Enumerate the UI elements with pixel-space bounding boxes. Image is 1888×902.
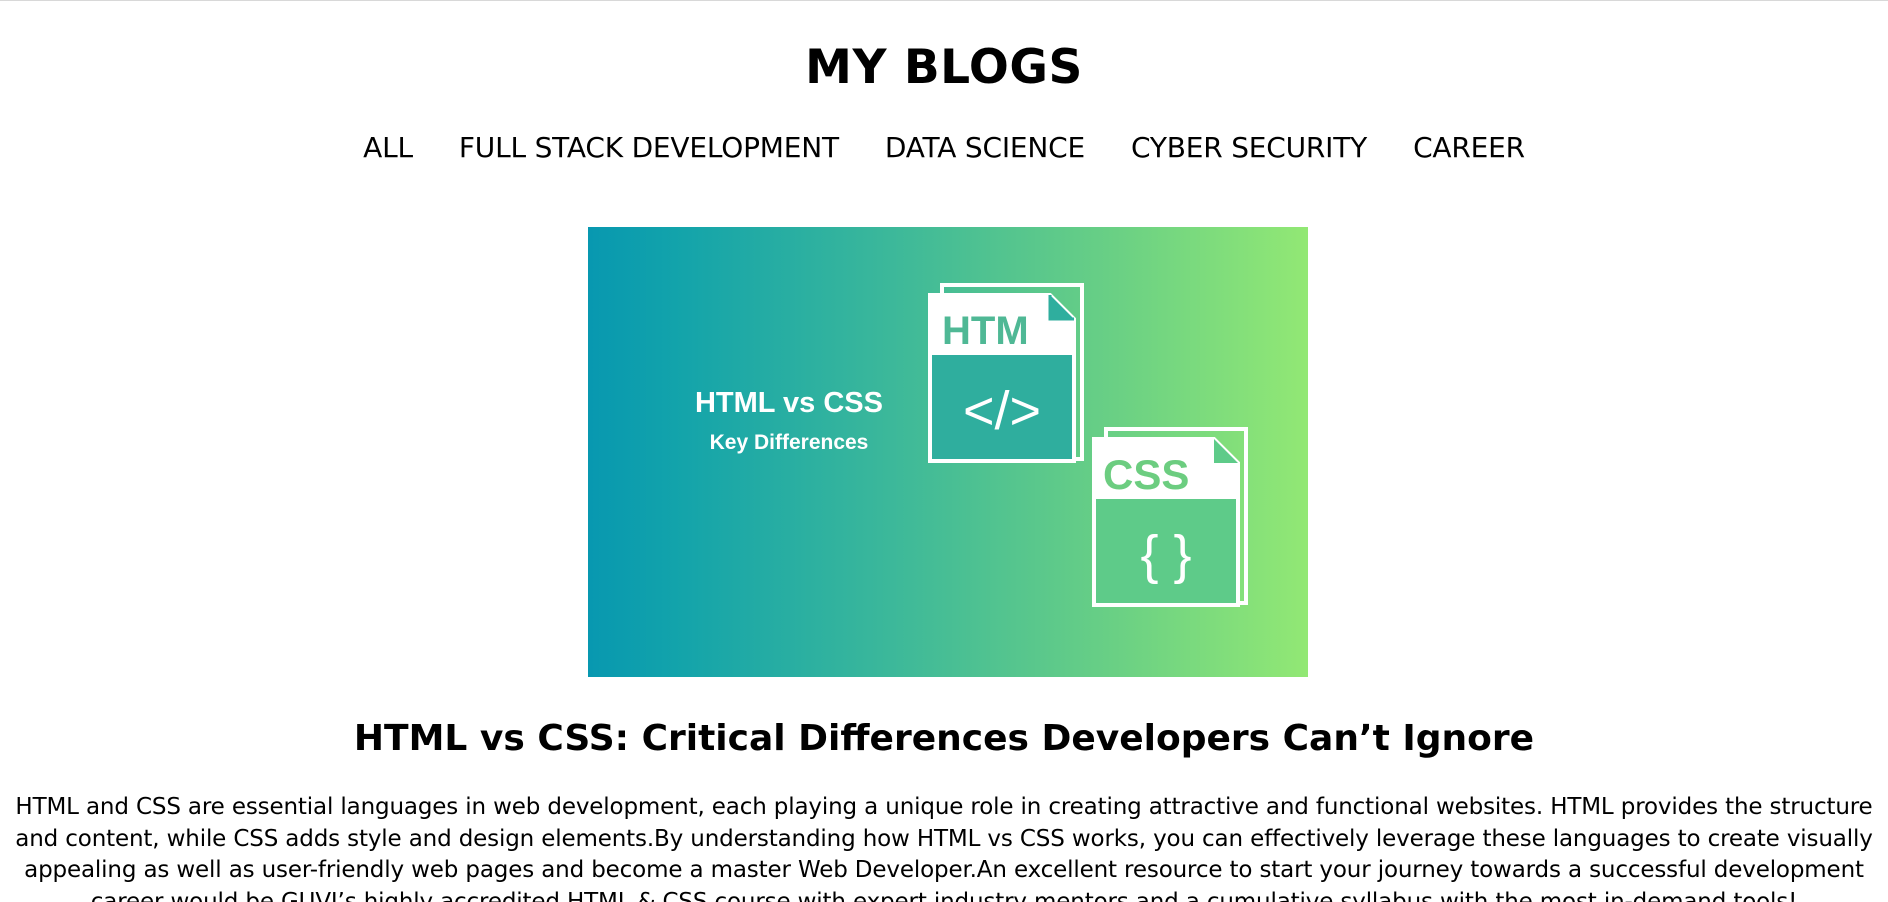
html-file-label: HTM — [942, 309, 1029, 353]
featured-image-graphic: HTML vs CSS Key Differences HTM </> CSS … — [695, 283, 1248, 607]
html-file-symbol: </> — [963, 381, 1041, 441]
nav-item-career[interactable]: CAREER — [1413, 130, 1525, 166]
post-featured-image[interactable]: HTML vs CSS Key Differences HTM </> CSS … — [588, 227, 1308, 677]
nav-item-data-science[interactable]: DATA SCIENCE — [885, 130, 1085, 166]
category-nav: ALL FULL STACK DEVELOPMENT DATA SCIENCE … — [0, 130, 1888, 166]
nav-item-all[interactable]: ALL — [363, 130, 413, 166]
image-heading: HTML vs CSS — [695, 387, 883, 419]
post-title[interactable]: HTML vs CSS: Critical Differences Develo… — [0, 712, 1888, 766]
top-divider — [0, 0, 1888, 1]
image-subheading: Key Differences — [710, 431, 869, 454]
post-excerpt: HTML and CSS are essential languages in … — [15, 794, 1873, 902]
nav-item-cyber-security[interactable]: CYBER SECURITY — [1131, 130, 1367, 166]
css-file-label: CSS — [1103, 451, 1189, 498]
nav-item-full-stack-development[interactable]: FULL STACK DEVELOPMENT — [459, 130, 839, 166]
blog-page: MY BLOGS ALL FULL STACK DEVELOPMENT DATA… — [0, 0, 1888, 902]
page-title: MY BLOGS — [805, 40, 1083, 95]
css-file-symbol: { } — [1140, 525, 1191, 585]
